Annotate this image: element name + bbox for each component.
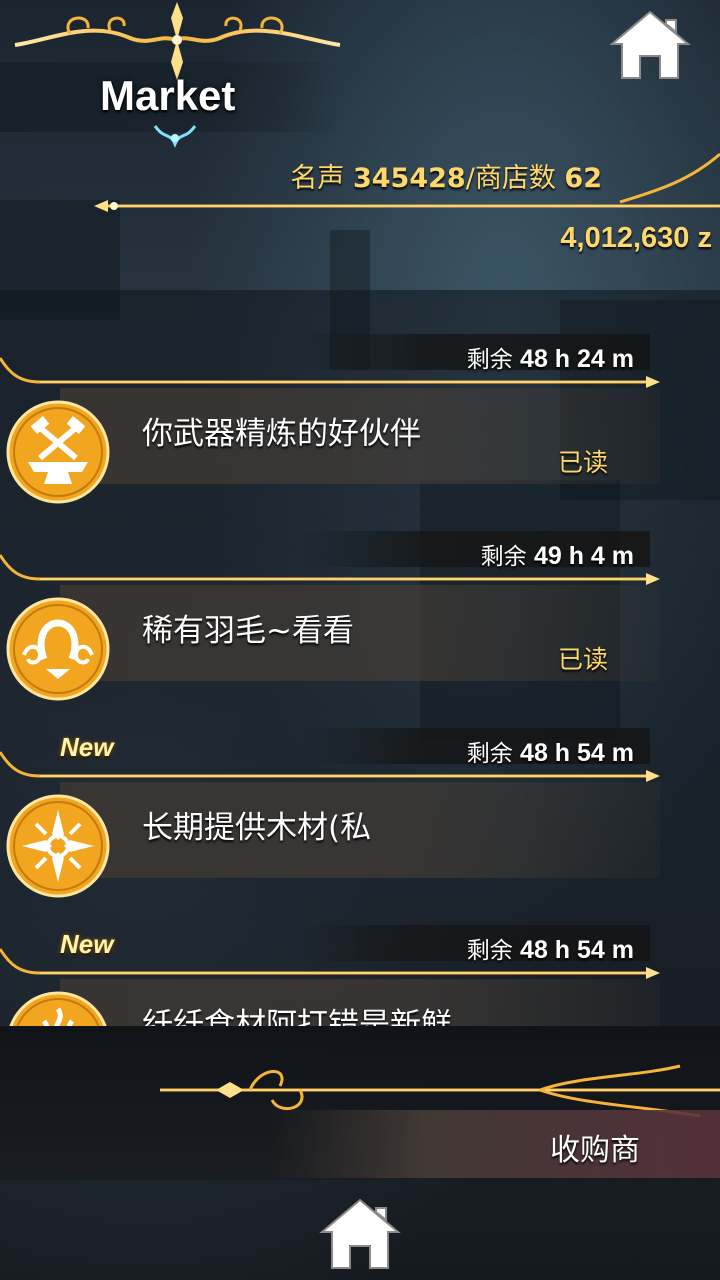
time-remaining: 剩余 48 h 24 m — [467, 340, 634, 374]
reputation-value: 345428 — [352, 163, 466, 194]
offer-title: 纤纤食材阿打错是新鲜 — [142, 1007, 452, 1026]
offer-title: 长期提供木材(私 — [142, 810, 372, 846]
new-badge: New — [60, 732, 114, 762]
time-value: 49 h 4 m — [533, 542, 634, 570]
offer-title: 稀有羽毛~看看 — [142, 613, 354, 649]
time-remaining: 剩余 49 h 4 m — [481, 537, 634, 571]
list-item[interactable]: New 剩余 48 h 54 m 长期提供木材(私 — [0, 684, 720, 898]
new-badge: New — [60, 929, 114, 959]
page-title: Market — [100, 72, 236, 119]
money-readout: 4,012,630 z — [560, 222, 712, 254]
read-status: 已读 — [558, 645, 609, 674]
time-remaining: 剩余 48 h 54 m — [467, 931, 634, 965]
time-value: 48 h 54 m — [520, 936, 634, 964]
reputation-label: 名声 — [290, 163, 345, 194]
time-label: 剩余 — [466, 741, 513, 767]
title-block: Market — [0, 0, 360, 150]
title-gem-icon — [153, 125, 197, 148]
offer-list[interactable]: 剩余 48 h 24 m 你武器精炼的好伙伴 已读 剩余 49 h 4 m 稀有… — [0, 290, 720, 1026]
home-icon[interactable] — [608, 8, 692, 80]
shops-value: 62 — [564, 163, 602, 194]
buyer-button[interactable] — [270, 1110, 720, 1178]
reputation-shops-readout: 名声 345428/商店数 62 — [290, 156, 602, 195]
buyer-button-label: 收购商 — [550, 1133, 640, 1168]
list-item[interactable]: 剩余 48 h 24 m 你武器精炼的好伙伴 已读 — [0, 290, 720, 504]
time-value: 48 h 54 m — [520, 739, 634, 767]
list-item[interactable]: New 剩余 48 h 54 m 纤纤食材阿打错是新鲜 — [0, 881, 720, 1026]
offer-title: 你武器精炼的好伙伴 — [142, 416, 421, 452]
list-item[interactable]: 剩余 49 h 4 m 稀有羽毛~看看 已读 — [0, 487, 720, 701]
time-remaining: 剩余 48 h 54 m — [467, 734, 634, 768]
time-label: 剩余 — [480, 544, 527, 570]
time-label: 剩余 — [466, 938, 513, 964]
shops-label: /商店数 — [465, 163, 556, 194]
time-value: 48 h 24 m — [520, 345, 634, 373]
time-label: 剩余 — [466, 347, 513, 373]
read-status: 已读 — [558, 448, 609, 477]
flame-crest-icon — [9, 991, 107, 1026]
home-icon[interactable] — [318, 1196, 402, 1270]
